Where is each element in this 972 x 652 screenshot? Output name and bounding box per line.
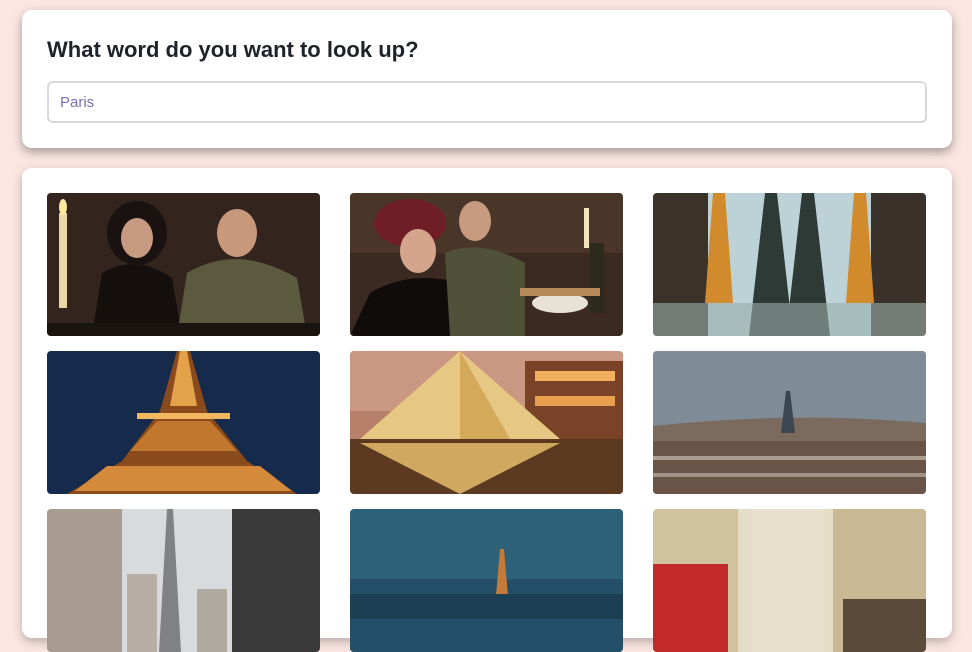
eiffel-tower-night-photo[interactable] (47, 351, 320, 494)
paris-street-eiffel-photo[interactable] (47, 509, 320, 652)
search-title: What word do you want to look up? (47, 37, 419, 62)
couple-candlelit-dinner-photo[interactable] (47, 193, 320, 336)
louvre-pyramid-photo[interactable] (350, 351, 623, 494)
paris-street-shops-photo[interactable] (653, 509, 926, 652)
eiffel-tower-dusk-photo[interactable] (350, 509, 623, 652)
woman-beret-restaurant-photo[interactable] (350, 193, 623, 336)
eiffel-tower-mirrored-photo[interactable] (653, 193, 926, 336)
search-card: What word do you want to look up? (22, 10, 952, 148)
search-input[interactable] (47, 81, 927, 123)
paris-skyline-photo[interactable] (653, 351, 926, 494)
image-gallery (22, 168, 952, 652)
